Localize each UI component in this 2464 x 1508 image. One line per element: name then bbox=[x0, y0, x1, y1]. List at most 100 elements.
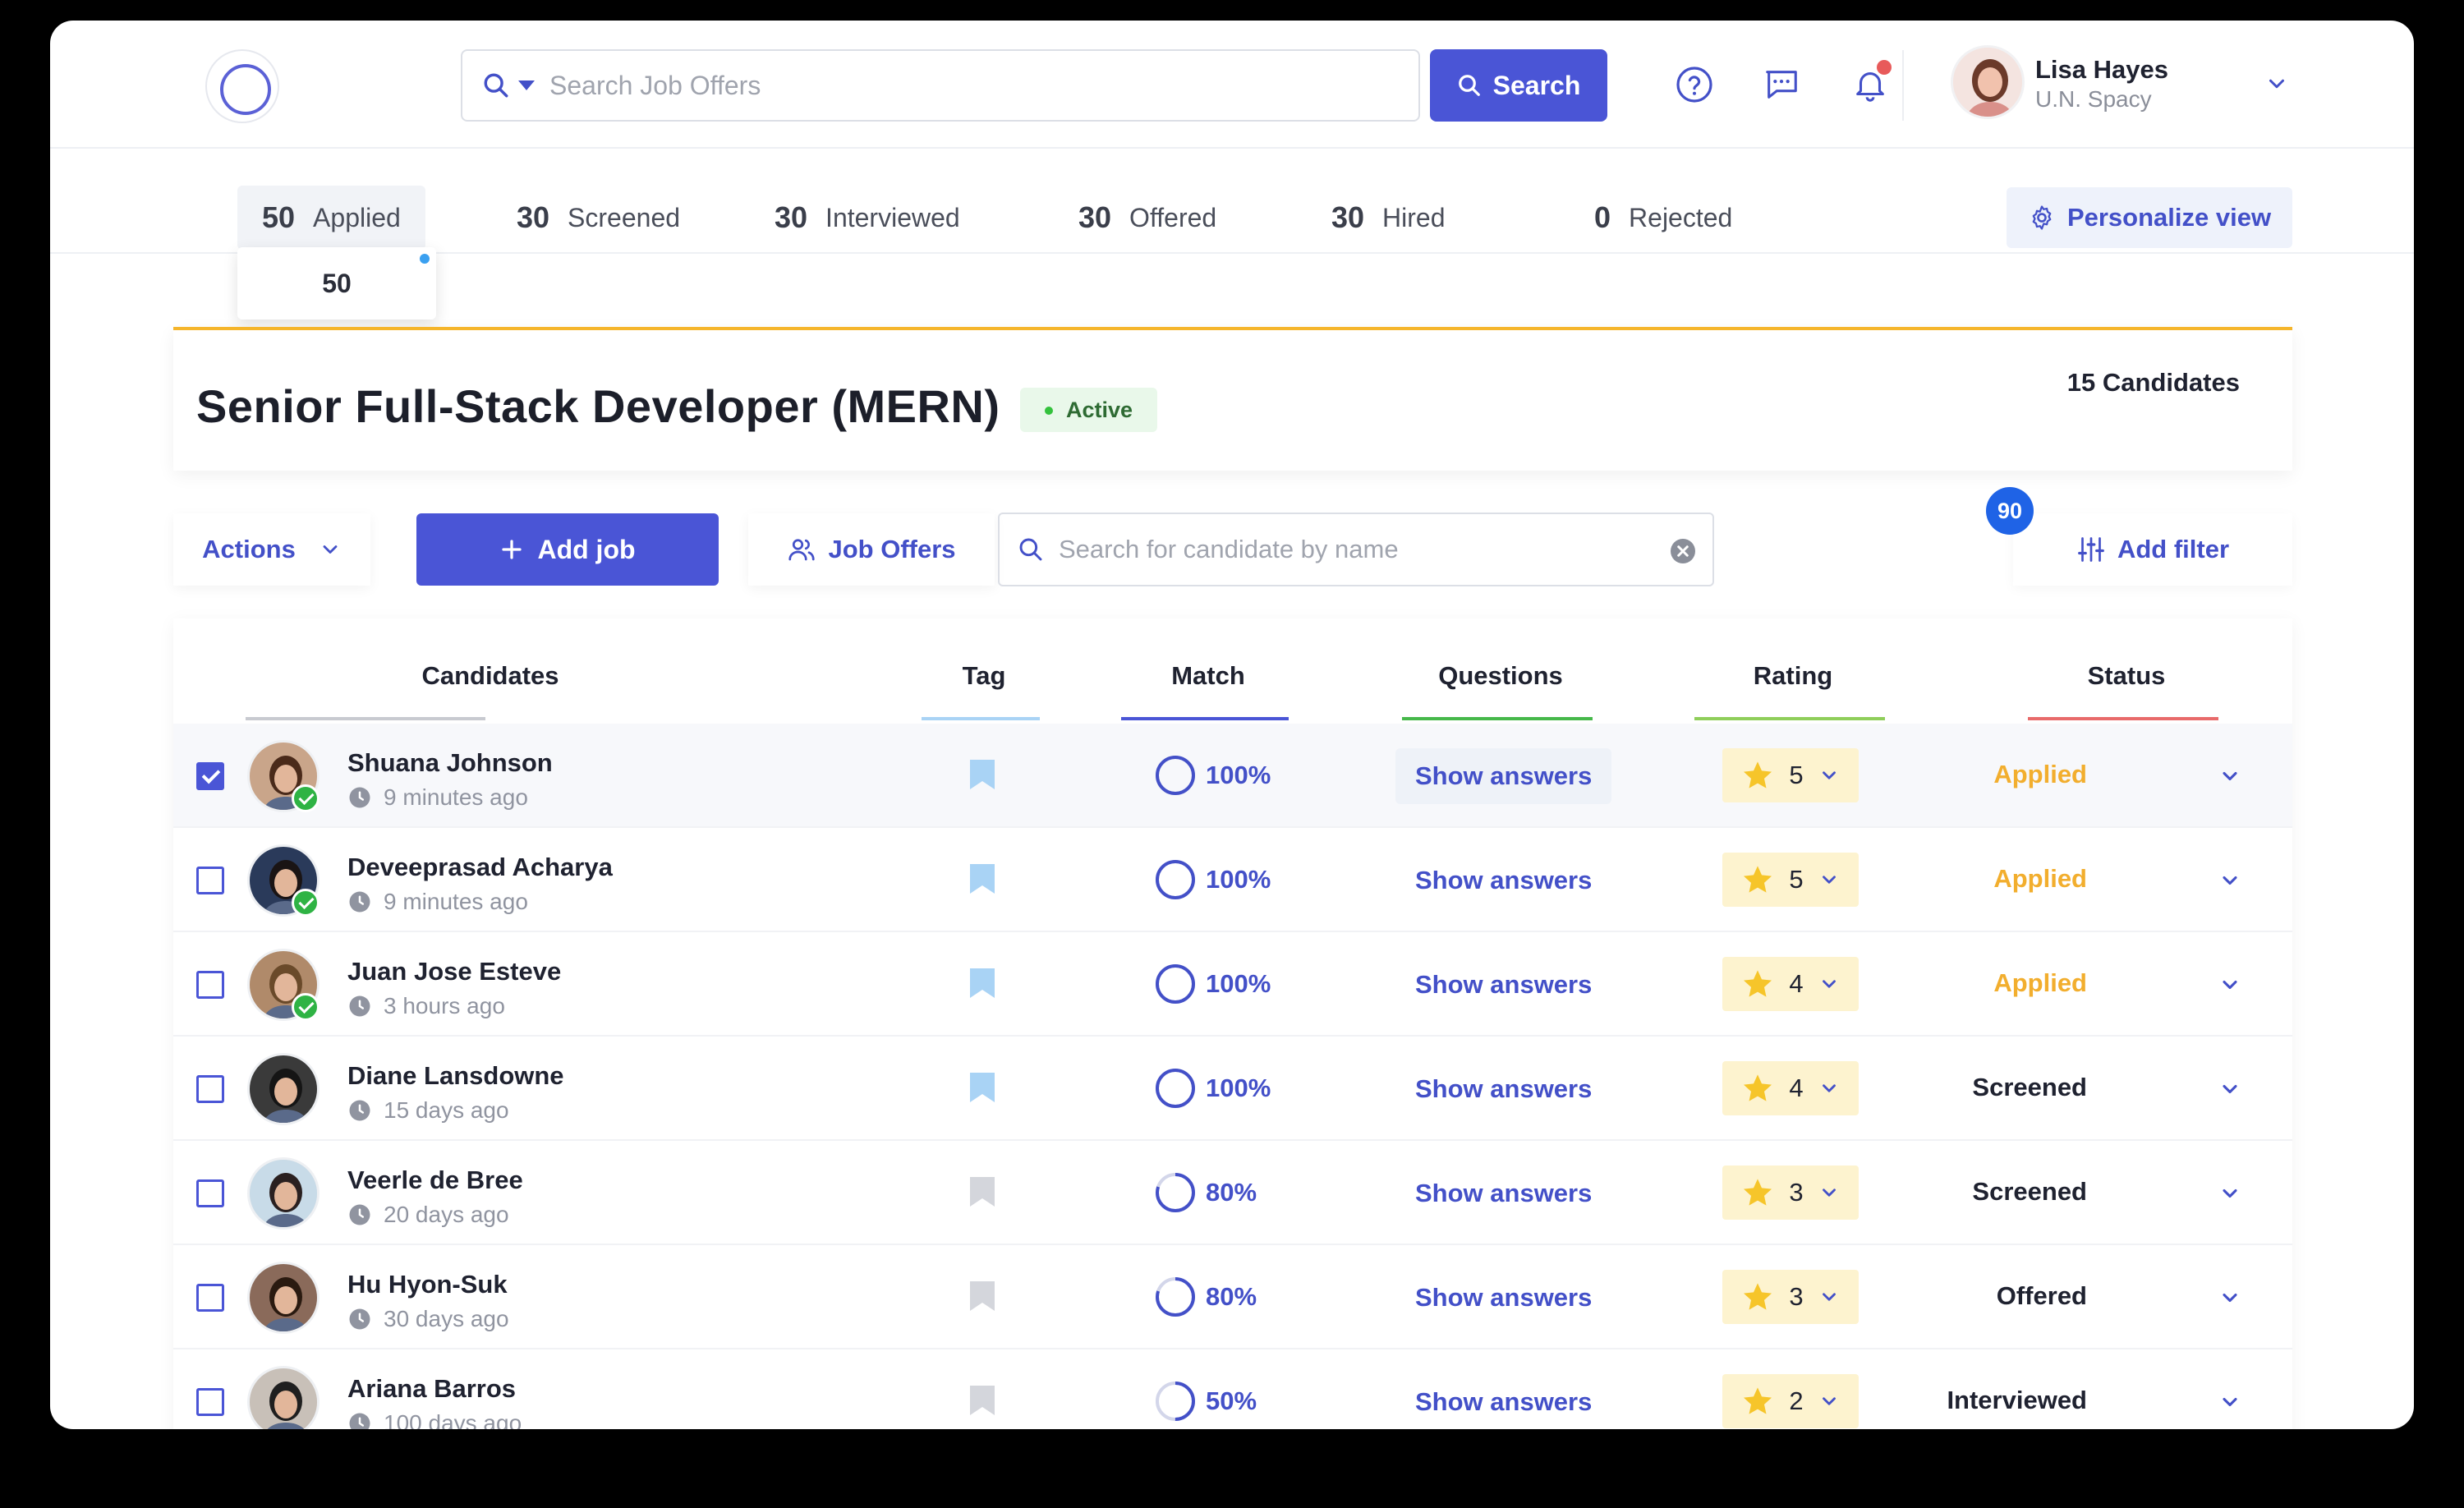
stage-hired[interactable]: 30 Hired bbox=[1331, 186, 1446, 250]
search-scope-dropdown-icon[interactable] bbox=[518, 80, 535, 90]
status-chevron-down-icon[interactable] bbox=[2218, 869, 2241, 892]
rating-dropdown[interactable]: 3 bbox=[1722, 1270, 1859, 1324]
column-header-candidates[interactable]: Candidates bbox=[375, 661, 605, 691]
bookmark-icon[interactable] bbox=[968, 1280, 996, 1313]
show-answers-button[interactable]: Show answers bbox=[1395, 853, 1611, 908]
add-filter-button[interactable]: Add filter bbox=[2013, 513, 2292, 586]
rating-dropdown[interactable]: 4 bbox=[1722, 1061, 1859, 1115]
clock-icon bbox=[349, 1413, 370, 1429]
status-chevron-down-icon[interactable] bbox=[2218, 973, 2241, 996]
candidate-name[interactable]: Ariana Barros bbox=[347, 1374, 516, 1404]
candidate-applied-time: 15 days ago bbox=[347, 1097, 509, 1124]
help-icon[interactable] bbox=[1673, 63, 1716, 106]
candidate-avatar[interactable] bbox=[247, 1053, 319, 1125]
match-progress-ring bbox=[1156, 756, 1195, 795]
table-row[interactable]: Juan Jose Esteve 3 hours ago 100% Show a… bbox=[173, 932, 2292, 1037]
rating-dropdown[interactable]: 5 bbox=[1722, 853, 1859, 907]
table-row[interactable]: Ariana Barros 100 days ago 50% Show answ… bbox=[173, 1349, 2292, 1429]
column-header-match[interactable]: Match bbox=[1118, 661, 1299, 691]
show-answers-button[interactable]: Show answers bbox=[1395, 1061, 1611, 1117]
show-answers-button[interactable]: Show answers bbox=[1395, 957, 1611, 1013]
star-icon bbox=[1744, 970, 1772, 997]
candidate-search-bar[interactable] bbox=[998, 513, 1714, 586]
row-checkbox[interactable] bbox=[196, 1179, 224, 1207]
chevron-down-icon bbox=[1822, 1397, 1836, 1405]
row-checkbox[interactable] bbox=[196, 1388, 224, 1416]
candidate-name[interactable]: Shuana Johnson bbox=[347, 748, 553, 778]
stage-rejected[interactable]: 0 Rejected bbox=[1594, 186, 1732, 250]
show-answers-button[interactable]: Show answers bbox=[1395, 1374, 1611, 1429]
column-header-questions[interactable]: Questions bbox=[1402, 661, 1599, 691]
table-row[interactable]: Deveeprasad Acharya 9 minutes ago 100% S… bbox=[173, 828, 2292, 932]
stage-offered[interactable]: 30 Offered bbox=[1078, 186, 1216, 250]
filter-count-badge: 90 bbox=[1986, 487, 2034, 535]
candidate-avatar[interactable] bbox=[247, 1157, 319, 1230]
rating-dropdown[interactable]: 2 bbox=[1722, 1374, 1859, 1428]
stage-applied[interactable]: 50 Applied bbox=[237, 186, 425, 250]
rating-dropdown[interactable]: 3 bbox=[1722, 1165, 1859, 1220]
show-answers-button[interactable]: Show answers bbox=[1395, 1270, 1611, 1326]
candidate-name[interactable]: Hu Hyon-Suk bbox=[347, 1270, 508, 1299]
status-chevron-down-icon[interactable] bbox=[2218, 1286, 2241, 1309]
verified-check-icon bbox=[292, 993, 319, 1021]
bookmark-icon[interactable] bbox=[968, 1175, 996, 1208]
table-row[interactable]: Diane Lansdowne 15 days ago 100% Show an… bbox=[173, 1037, 2292, 1141]
row-checkbox[interactable] bbox=[196, 971, 224, 999]
user-avatar[interactable] bbox=[1951, 45, 2025, 119]
bookmark-icon[interactable] bbox=[968, 967, 996, 1000]
stage-interviewed[interactable]: 30 Interviewed bbox=[775, 186, 960, 250]
status-chevron-down-icon[interactable] bbox=[2218, 1182, 2241, 1205]
job-search-input[interactable] bbox=[549, 70, 1371, 101]
stage-screened[interactable]: 30 Screened bbox=[517, 186, 680, 250]
bookmark-icon[interactable] bbox=[968, 862, 996, 895]
star-icon bbox=[1744, 1387, 1772, 1414]
actions-dropdown[interactable]: Actions bbox=[173, 513, 370, 586]
column-header-rating[interactable]: Rating bbox=[1694, 661, 1892, 691]
actions-label: Actions bbox=[202, 535, 296, 563]
bookmark-icon[interactable] bbox=[968, 1071, 996, 1104]
status-chevron-down-icon[interactable] bbox=[2218, 1391, 2241, 1414]
candidate-name[interactable]: Veerle de Bree bbox=[347, 1165, 523, 1195]
job-offers-button[interactable]: Job Offers bbox=[748, 513, 995, 586]
row-checkbox[interactable] bbox=[196, 1284, 224, 1312]
chevron-down-icon bbox=[1822, 1084, 1836, 1092]
candidate-search-input[interactable] bbox=[1059, 535, 1650, 564]
add-job-label: Add job bbox=[537, 534, 636, 564]
candidate-avatar[interactable] bbox=[247, 1262, 319, 1334]
status-chevron-down-icon[interactable] bbox=[2218, 765, 2241, 788]
column-header-status[interactable]: Status bbox=[2028, 661, 2225, 691]
row-checkbox[interactable] bbox=[196, 867, 224, 894]
bookmark-icon[interactable] bbox=[968, 758, 996, 791]
match-progress-ring bbox=[1156, 860, 1195, 899]
rating-dropdown[interactable]: 4 bbox=[1722, 957, 1859, 1011]
messages-icon[interactable] bbox=[1760, 63, 1803, 106]
chevron-down-icon bbox=[1822, 876, 1836, 884]
search-button[interactable]: Search bbox=[1430, 49, 1607, 122]
add-job-button[interactable]: Add job bbox=[416, 513, 719, 586]
notifications-bell-icon[interactable] bbox=[1849, 60, 1892, 106]
job-status-badge: Active bbox=[1020, 388, 1158, 432]
clear-search-icon[interactable] bbox=[1668, 536, 1698, 566]
row-checkbox[interactable] bbox=[196, 1075, 224, 1103]
personalize-view-button[interactable]: Personalize view bbox=[2007, 187, 2292, 248]
rating-dropdown[interactable]: 5 bbox=[1722, 748, 1859, 802]
column-header-tag[interactable]: Tag bbox=[914, 661, 1054, 691]
row-checkbox[interactable] bbox=[196, 762, 224, 790]
show-answers-button[interactable]: Show answers bbox=[1395, 748, 1612, 804]
status-chevron-down-icon[interactable] bbox=[2218, 1078, 2241, 1101]
candidate-avatar[interactable] bbox=[247, 1366, 319, 1429]
candidate-name[interactable]: Juan Jose Esteve bbox=[347, 957, 561, 986]
table-row[interactable]: Veerle de Bree 20 days ago 80% Show answ… bbox=[173, 1141, 2292, 1245]
table-row[interactable]: Hu Hyon-Suk 30 days ago 80% Show answers… bbox=[173, 1245, 2292, 1349]
status-label: Applied bbox=[1993, 760, 2087, 788]
show-answers-button[interactable]: Show answers bbox=[1395, 1165, 1611, 1221]
candidate-name[interactable]: Deveeprasad Acharya bbox=[347, 853, 613, 882]
table-row[interactable]: Shuana Johnson 9 minutes ago 100% Show a… bbox=[173, 724, 2292, 828]
bookmark-icon[interactable] bbox=[968, 1384, 996, 1417]
rating-value: 5 bbox=[1789, 761, 1804, 789]
candidate-name[interactable]: Diane Lansdowne bbox=[347, 1061, 564, 1091]
job-search-bar[interactable] bbox=[461, 49, 1420, 122]
match-score: 100% bbox=[1153, 857, 1271, 902]
logo[interactable] bbox=[205, 49, 279, 123]
user-menu-chevron-down-icon[interactable] bbox=[2264, 71, 2289, 96]
